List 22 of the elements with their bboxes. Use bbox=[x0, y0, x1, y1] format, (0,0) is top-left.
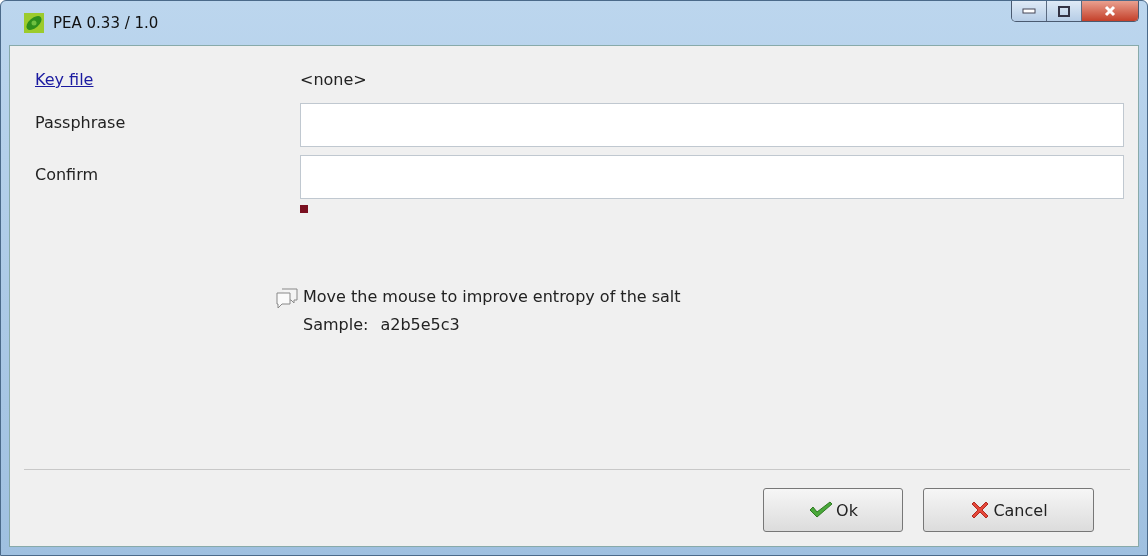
minimize-icon bbox=[1022, 8, 1036, 14]
speech-bubbles-icon bbox=[275, 287, 299, 311]
sample-label: Sample: bbox=[303, 315, 369, 334]
strength-indicator bbox=[300, 205, 308, 213]
checkmark-icon bbox=[808, 501, 835, 519]
sample-value: a2b5e5c3 bbox=[380, 315, 460, 334]
passphrase-field[interactable] bbox=[300, 103, 1124, 147]
close-icon bbox=[1104, 5, 1116, 17]
passphrase-field[interactable] bbox=[300, 155, 1124, 199]
maximize-button[interactable] bbox=[1047, 1, 1082, 21]
entropy-message: Move the mouse to improve entropy of the salt bbox=[303, 287, 681, 308]
window-title: PEA 0.33 / 1.0 bbox=[53, 14, 159, 32]
maximize-icon bbox=[1058, 5, 1070, 17]
close-button[interactable] bbox=[1082, 1, 1138, 21]
ok-button[interactable]: Ok bbox=[763, 488, 903, 532]
cancel-button[interactable]: Cancel bbox=[923, 488, 1094, 532]
key-file-link[interactable]: Key file bbox=[35, 64, 94, 95]
app-icon bbox=[23, 12, 45, 34]
key-file-value: <none> bbox=[300, 70, 368, 89]
field-label: Confirm bbox=[35, 164, 100, 184]
field-label: Passphrase bbox=[35, 112, 127, 132]
minimize-button[interactable] bbox=[1012, 1, 1047, 21]
